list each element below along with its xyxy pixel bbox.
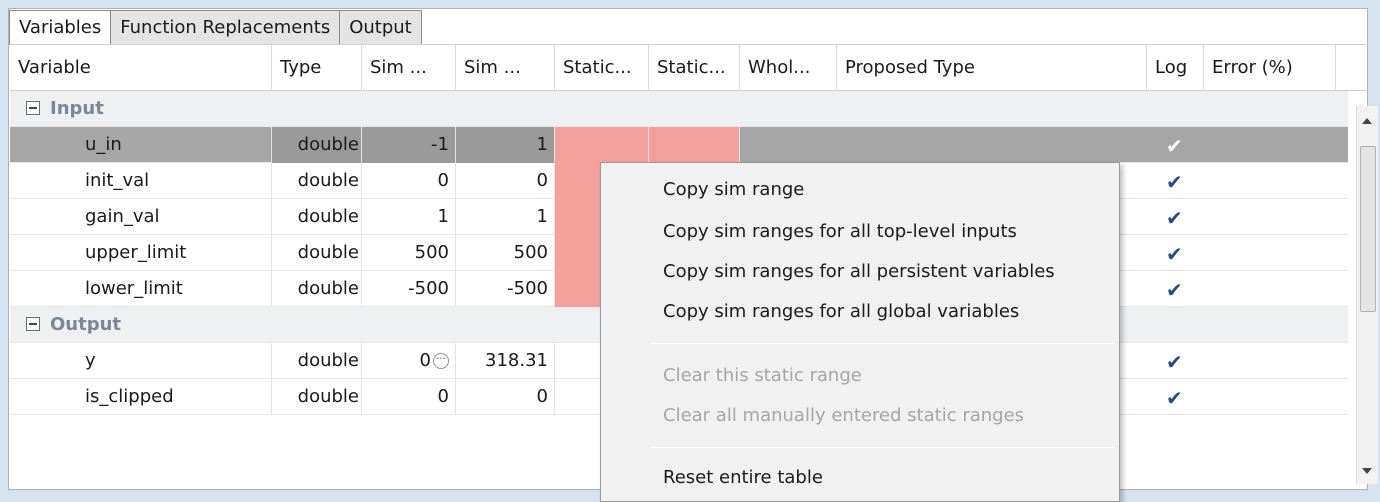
vertical-scrollbar[interactable] bbox=[1356, 106, 1378, 484]
column-header-whole-number[interactable]: Whol... bbox=[740, 45, 837, 91]
variable-type: double bbox=[272, 235, 362, 271]
window-frame: Variables Function Replacements Output V… bbox=[0, 0, 1380, 502]
sim-min-value: 0 bbox=[419, 350, 431, 371]
menu-separator bbox=[651, 343, 1115, 344]
column-header-type[interactable]: Type bbox=[272, 45, 362, 91]
menu-item-reset-table[interactable]: Reset entire table bbox=[663, 461, 823, 495]
variable-type: double bbox=[272, 127, 362, 163]
menu-item-copy-top-level-inputs[interactable]: Copy sim ranges for all top-level inputs bbox=[663, 215, 1017, 249]
scroll-down-icon[interactable] bbox=[1362, 468, 1372, 474]
variable-name: upper_limit bbox=[10, 235, 272, 271]
static-min[interactable] bbox=[555, 127, 649, 163]
sim-max: 1 bbox=[456, 199, 555, 235]
sim-max: 1 bbox=[456, 127, 555, 163]
variable-name: is_clipped bbox=[10, 379, 272, 415]
menu-item-copy-persistent-variables[interactable]: Copy sim ranges for all persistent varia… bbox=[663, 255, 1055, 289]
log-check-icon[interactable]: ✔ bbox=[1166, 206, 1183, 230]
table-header: Variable Type Sim ... Sim ... Static... … bbox=[10, 45, 1366, 91]
log-check-icon[interactable]: ✔ bbox=[1166, 278, 1183, 302]
tab-variables[interactable]: Variables bbox=[9, 10, 112, 45]
sim-min: -1 bbox=[362, 127, 456, 163]
sim-min: 1 bbox=[362, 199, 456, 235]
sim-min: 500 bbox=[362, 235, 456, 271]
column-header-static-min[interactable]: Static... bbox=[555, 45, 649, 91]
group-row-input[interactable]: Input bbox=[10, 91, 1348, 127]
column-header-error[interactable]: Error (%) bbox=[1204, 45, 1336, 91]
group-label: Input bbox=[50, 98, 104, 119]
log-check-icon[interactable]: ✔ bbox=[1166, 170, 1183, 194]
column-header-proposed-type[interactable]: Proposed Type bbox=[837, 45, 1147, 91]
variable-type: double bbox=[272, 343, 362, 379]
sim-max: -500 bbox=[456, 271, 555, 307]
context-menu: Copy sim range Copy sim ranges for all t… bbox=[600, 162, 1120, 502]
log-check-icon[interactable]: ✔ bbox=[1166, 242, 1183, 266]
variable-type: double bbox=[272, 199, 362, 235]
group-label: Output bbox=[50, 314, 122, 335]
scroll-up-icon[interactable] bbox=[1362, 118, 1372, 124]
tab-bar: Variables Function Replacements Output bbox=[9, 10, 422, 45]
variable-type: double bbox=[272, 271, 362, 307]
column-header-sim-max[interactable]: Sim ... bbox=[456, 45, 555, 91]
variable-name: lower_limit bbox=[10, 271, 272, 307]
variable-name: init_val bbox=[10, 163, 272, 199]
log-check-icon[interactable]: ✔ bbox=[1166, 134, 1183, 158]
variable-type: double bbox=[272, 379, 362, 415]
menu-item-clear-static-range: Clear this static range bbox=[663, 365, 862, 386]
variable-name: y bbox=[10, 343, 272, 379]
sim-max: 0 bbox=[456, 163, 555, 199]
column-header-static-max[interactable]: Static... bbox=[649, 45, 740, 91]
table-row[interactable]: u_in double -1 1 ✔ bbox=[10, 127, 1348, 163]
collapse-icon[interactable] bbox=[26, 101, 40, 115]
log-check-icon[interactable]: ✔ bbox=[1166, 350, 1183, 374]
sim-max-value: 318.31 bbox=[485, 350, 548, 371]
sim-min: -500 bbox=[362, 271, 456, 307]
collapse-icon[interactable] bbox=[26, 317, 40, 331]
column-header-variable[interactable]: Variable bbox=[10, 45, 272, 91]
scroll-thumb[interactable] bbox=[1360, 146, 1376, 312]
log-check-icon[interactable]: ✔ bbox=[1166, 386, 1183, 410]
tab-function-replacements[interactable]: Function Replacements bbox=[110, 10, 341, 44]
variable-name: gain_val bbox=[10, 199, 272, 235]
sim-min: 0 bbox=[362, 163, 456, 199]
sim-max: 318.31 bbox=[456, 343, 555, 379]
sim-max: 500 bbox=[456, 235, 555, 271]
tab-output[interactable]: Output bbox=[339, 10, 422, 44]
sim-min: 0 bbox=[362, 379, 456, 415]
variable-name: u_in bbox=[10, 127, 272, 163]
column-header-sim-min[interactable]: Sim ... bbox=[362, 45, 456, 91]
variable-type: double bbox=[272, 163, 362, 199]
column-header-log[interactable]: Log bbox=[1147, 45, 1204, 91]
menu-separator bbox=[651, 447, 1115, 448]
sim-max: 0 bbox=[456, 379, 555, 415]
static-max[interactable] bbox=[649, 127, 740, 163]
more-icon[interactable]: ··· bbox=[433, 353, 449, 369]
sim-min: 0 ··· bbox=[362, 343, 456, 379]
menu-item-copy-global-variables[interactable]: Copy sim ranges for all global variables bbox=[663, 295, 1019, 329]
menu-item-clear-manual-static-ranges: Clear all manually entered static ranges bbox=[663, 405, 1025, 426]
menu-item-copy-sim-range[interactable]: Copy sim range bbox=[663, 173, 804, 207]
